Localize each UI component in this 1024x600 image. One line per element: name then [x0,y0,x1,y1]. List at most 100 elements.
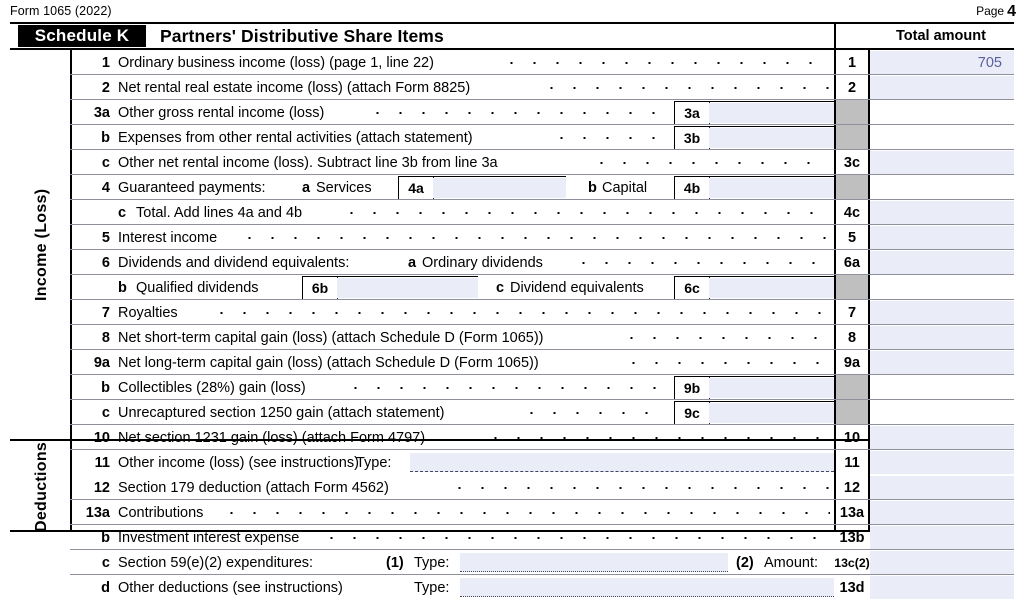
line-ref-cell: 3c [843,154,861,171]
sub-entry-field[interactable] [709,277,834,298]
line-ref-cell: 8 [847,329,857,346]
guaranteed-payments-a-text: Services [316,179,372,196]
sub-entry-field[interactable] [709,102,834,123]
sub-entry-box-4a[interactable]: 4a [398,175,566,200]
sub-marker-2: (2) [736,554,754,571]
amount-field[interactable] [870,576,1014,599]
sub-entry-box-6b[interactable]: 6b [302,275,478,300]
sub-entry-box-3b[interactable]: 3b [674,125,834,150]
sub-entry-box-4b[interactable]: 4b [674,175,834,200]
type-label: Type: [356,454,392,471]
sub-entry-label: 9c [675,401,710,424]
line-description: Collectibles (28%) gain (loss) [118,379,306,396]
type-label: Type: [414,554,450,571]
table-row: 6 Dividends and dividend equivalents: a … [10,250,1014,275]
line-ref-cell: 11 [844,454,860,471]
sub-entry-label: 9b [675,376,710,399]
leader-dots [320,536,830,539]
type-writein-field[interactable] [410,452,834,472]
line-number: 12 [93,479,110,496]
line-number: 8 [101,329,110,346]
amount-field[interactable] [870,251,1014,274]
leader-dots [620,336,830,339]
line-number: 10 [93,429,110,446]
table-row: c Other net rental income (loss). Subtra… [10,150,1014,175]
line-ref-cell: 13d [839,579,865,596]
line-ref-cell: 7 [847,304,857,321]
line-description: Net long-term capital gain (loss) (attac… [118,354,539,371]
line-description: Royalties [118,304,178,321]
dividends-c-marker: c [496,279,505,296]
type-writein-field[interactable] [460,577,834,597]
schedule-k-badge: Schedule K [18,25,146,47]
sub-entry-box-9b[interactable]: 9b [674,375,834,400]
type-writein-field[interactable] [460,552,728,572]
line-description: Net short-term capital gain (loss) (atta… [118,329,544,346]
sub-entry-box-9c[interactable]: 9c [674,400,834,425]
line-number: b [101,379,110,396]
line-number: 4 [101,179,110,196]
leader-dots [590,161,830,164]
sub-entry-field[interactable] [709,127,834,148]
guaranteed-payments-b-text: Capital [602,179,648,196]
line-description: Other deductions (see instructions) [118,579,343,596]
line-description: Section 59(e)(2) expenditures: [118,554,314,571]
amount-field[interactable] [870,301,1014,324]
table-row: 7 Royalties 7 [10,300,1014,325]
line-number: b [101,129,110,146]
amount-field[interactable] [870,226,1014,249]
amount-field[interactable] [870,526,1014,549]
leader-dots [366,111,666,114]
page-top-strip: Form 1065 (2022) Page 4 [0,0,1024,22]
amount-field[interactable] [870,151,1014,174]
sub-entry-field[interactable] [709,377,834,398]
sub-entry-field[interactable] [337,277,478,298]
line-ref-cell: 2 [847,79,857,96]
sub-entry-label: 3b [675,126,710,149]
amount-field[interactable] [870,326,1014,349]
line-ref-cell: 10 [843,429,861,446]
guaranteed-payments-b-marker: b [588,179,597,196]
sub-entry-box-6c[interactable]: 6c [674,275,834,300]
sub-entry-label: 3a [675,101,710,124]
dividends-a-text: Ordinary dividends [422,254,543,271]
sub-entry-label: 4a [399,176,434,199]
leader-dots [448,486,830,489]
amount-field[interactable] [870,551,1014,574]
amount-field[interactable] [870,501,1014,524]
amount-field[interactable] [870,426,1014,449]
table-row: 3a Other gross rental income (loss) 3a [10,100,1014,150]
amount-value: 705 [977,54,1002,71]
line-number: 9a [93,354,110,371]
table-row: 10 Net section 1231 gain (loss) (attach … [10,425,1014,450]
table-row: 13a Contributions 13a [10,500,1014,525]
page-indicator: Page 4 [976,3,1016,21]
amount-field[interactable] [870,351,1014,374]
amount-field[interactable] [870,201,1014,224]
sub-entry-field[interactable] [709,177,834,198]
line-number: 5 [101,229,110,246]
table-row: 8 Net short-term capital gain (loss) (at… [10,325,1014,350]
line-number-sub: c [118,204,127,221]
sub-entry-field[interactable] [433,177,566,198]
sub-entry-field[interactable] [709,402,834,423]
table-row: 2 Net rental real estate income (loss) (… [10,75,1014,100]
amount-field[interactable] [870,76,1014,99]
leader-dots [220,511,830,514]
sub-entry-box-3a[interactable]: 3a [674,100,834,125]
line-description: Guaranteed payments: [118,179,266,196]
table-row: b Qualified dividends 6b c Dividend equi… [10,275,1014,300]
line-description: Expenses from other rental activities (a… [118,129,473,146]
type-label: Type: [414,579,450,596]
amount-field[interactable] [870,451,1014,474]
table-row: c Unrecaptured section 1250 gain (attach… [10,400,1014,425]
line-ref-cell: 9a [843,354,861,371]
table-header: Schedule K Partners' Distributive Share … [10,24,1014,48]
total-amount-column-header: Total amount [896,28,986,44]
dividends-c-text: Dividend equivalents [510,279,644,296]
amount-field[interactable]: 705 [870,51,1014,74]
sub-entry-label: 6c [675,276,710,299]
line-number: c [101,554,110,571]
amount-field[interactable] [870,476,1014,499]
table-row: 9a Net long-term capital gain (loss) (at… [10,350,1014,375]
